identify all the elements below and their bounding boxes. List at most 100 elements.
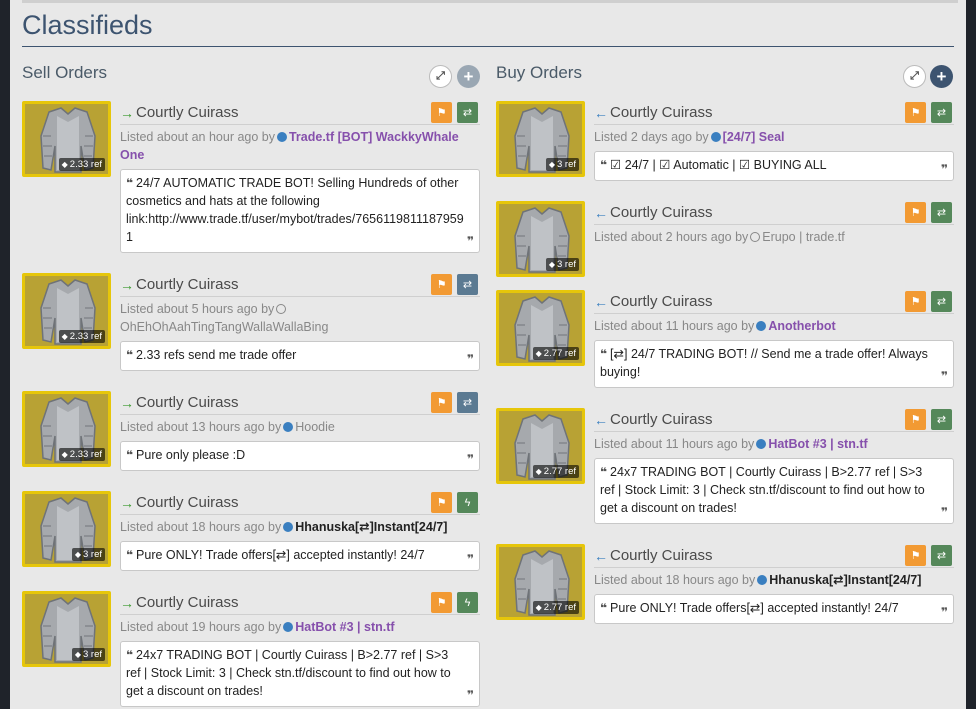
trade-offer-button[interactable]: ⇄: [457, 274, 478, 295]
item-name[interactable]: Courtly Cuirass: [136, 594, 239, 611]
item-thumbnail[interactable]: ◆ 2.77 ref: [496, 408, 585, 484]
flag-button[interactable]: ⚑: [431, 102, 452, 123]
tag-icon: ◆: [548, 160, 555, 169]
item-name[interactable]: Courtly Cuirass: [610, 104, 713, 121]
quote-close-icon: ❞: [940, 605, 948, 619]
item-row: ← Courtly Cuirass ⚑ ⇄: [594, 408, 954, 432]
online-status-icon: [756, 439, 767, 449]
trade-offer-button[interactable]: ⇄: [457, 102, 478, 123]
flag-button[interactable]: ⚑: [431, 392, 452, 413]
item-thumbnail[interactable]: ◆ 3 ref: [496, 201, 585, 277]
user-link[interactable]: Hoodie: [295, 420, 335, 434]
item-thumbnail[interactable]: ◆ 2.33 ref: [22, 273, 111, 349]
add-sell-order-button[interactable]: +: [457, 65, 480, 88]
item-name[interactable]: Courtly Cuirass: [610, 293, 713, 310]
user-link[interactable]: Erupo | trade.tf: [762, 230, 844, 244]
item-thumbnail[interactable]: ◆ 2.33 ref: [22, 391, 111, 467]
quote-open-icon: ❝: [126, 448, 134, 462]
item-name[interactable]: Courtly Cuirass: [610, 411, 713, 428]
user-link[interactable]: HatBot #3 | stn.tf: [295, 620, 394, 634]
user-link[interactable]: HatBot #3 | stn.tf: [768, 437, 867, 451]
trade-offer-button[interactable]: ⇄: [931, 409, 952, 430]
arrow-left-icon: ←: [594, 205, 608, 221]
instant-buy-button[interactable]: ϟ: [457, 592, 478, 613]
flag-button[interactable]: ⚑: [905, 409, 926, 430]
item-thumbnail[interactable]: ◆ 3 ref: [22, 591, 111, 667]
item-name[interactable]: Courtly Cuirass: [136, 494, 239, 511]
arrow-left-icon: ←: [594, 294, 608, 310]
item-name[interactable]: Courtly Cuirass: [136, 276, 239, 293]
quote-close-icon: ❞: [940, 369, 948, 383]
listing-info: ← Courtly Cuirass ⚑ ⇄ Listed about 18 ho…: [594, 544, 954, 624]
item-thumbnail[interactable]: ◆ 3 ref: [22, 491, 111, 567]
arrow-right-icon: →: [120, 495, 134, 511]
flag-button[interactable]: ⚑: [905, 202, 926, 223]
user-link[interactable]: Anotherbot: [768, 319, 835, 333]
item-name[interactable]: Courtly Cuirass: [610, 204, 713, 221]
listing-comment: ❝ Pure ONLY! Trade offers[⇄] accepted ins…: [120, 541, 480, 571]
trade-offer-button[interactable]: ⇄: [457, 392, 478, 413]
arrow-right-icon: →: [120, 105, 134, 121]
price-badge: ◆ 2.33 ref: [58, 448, 105, 461]
trade-offer-button[interactable]: ⇄: [931, 102, 952, 123]
flag-button[interactable]: ⚑: [905, 102, 926, 123]
listing-info: → Courtly Cuirass ⚑ ⇄ Listed about an ho…: [120, 101, 480, 253]
expand-icon[interactable]: ⤢: [429, 65, 452, 88]
flag-button[interactable]: ⚑: [431, 274, 452, 295]
item-row: ← Courtly Cuirass ⚑ ⇄: [594, 201, 954, 225]
user-link[interactable]: [24/7] Seal: [723, 130, 785, 144]
listing-comment: ❝ 24x7 TRADING BOT | Courtly Cuirass | B>…: [120, 641, 480, 707]
quote-open-icon: ❝: [600, 347, 608, 361]
listing-info: → Courtly Cuirass ⚑ ⇄ Listed about 5 hou…: [120, 273, 480, 371]
online-status-icon: [757, 575, 768, 585]
item-thumbnail[interactable]: ◆ 2.77 ref: [496, 290, 585, 366]
offline-status-icon: [276, 304, 287, 314]
flag-button[interactable]: ⚑: [431, 492, 452, 513]
expand-icon[interactable]: ⤢: [903, 65, 926, 88]
listing-comment: ❝ 24/7 AUTOMATIC TRADE BOT! Selling Hundr…: [120, 169, 480, 253]
flag-button[interactable]: ⚑: [905, 545, 926, 566]
item-name[interactable]: Courtly Cuirass: [136, 104, 239, 121]
item-thumbnail[interactable]: ◆ 2.33 ref: [22, 101, 111, 177]
trade-offer-button[interactable]: ⇄: [931, 545, 952, 566]
listing-meta: Listed about 18 hours ago by Hhanuska[⇄]I…: [120, 520, 448, 534]
item-thumbnail[interactable]: ◆ 3 ref: [496, 101, 585, 177]
price-badge: ◆ 3 ref: [71, 548, 105, 561]
listing-info: ← Courtly Cuirass ⚑ ⇄ Listed about 2 hou…: [594, 201, 954, 246]
arrow-left-icon: ←: [594, 548, 608, 564]
trade-offer-button[interactable]: ⇄: [931, 291, 952, 312]
quote-close-icon: ❞: [466, 452, 474, 466]
instant-buy-button[interactable]: ϟ: [457, 492, 478, 513]
tag-icon: ◆: [535, 603, 542, 612]
tag-icon: ◆: [61, 160, 68, 169]
item-row: → Courtly Cuirass ⚑ ⇄: [120, 391, 480, 415]
trade-offer-button[interactable]: ⇄: [931, 202, 952, 223]
item-row: → Courtly Cuirass ⚑ ⇄: [120, 273, 480, 297]
buy-orders-heading: Buy Orders: [496, 63, 582, 82]
user-link[interactable]: Hhanuska[⇄]Instant[24/7]: [769, 573, 921, 587]
offline-status-icon: [750, 232, 761, 242]
listing-comment: ❝ [⇄] 24/7 TRADING BOT! // Send me a trad…: [594, 340, 954, 388]
add-buy-order-button[interactable]: +: [930, 65, 953, 88]
listing-meta: Listed about 11 hours ago by HatBot #3 | …: [594, 437, 868, 451]
listing-info: → Courtly Cuirass ⚑ ⇄ Listed about 13 ho…: [120, 391, 480, 471]
quote-open-icon: ❝: [600, 158, 608, 172]
flag-button[interactable]: ⚑: [431, 592, 452, 613]
user-link[interactable]: OhEhOhAahTingTangWallaWallaBing: [120, 320, 328, 334]
item-name[interactable]: Courtly Cuirass: [610, 547, 713, 564]
top-divider: [22, 0, 958, 3]
arrow-right-icon: →: [120, 395, 134, 411]
flag-button[interactable]: ⚑: [905, 291, 926, 312]
item-name[interactable]: Courtly Cuirass: [136, 394, 239, 411]
item-thumbnail[interactable]: ◆ 2.77 ref: [496, 544, 585, 620]
listing-meta: Listed about 13 hours ago by Hoodie: [120, 420, 335, 434]
user-link[interactable]: Hhanuska[⇄]Instant[24/7]: [295, 520, 447, 534]
title-divider: [22, 46, 954, 47]
tag-icon: ◆: [74, 650, 81, 659]
online-status-icon: [756, 321, 767, 331]
item-row: ← Courtly Cuirass ⚑ ⇄: [594, 290, 954, 314]
item-row: → Courtly Cuirass ⚑ ⇄: [120, 101, 480, 125]
online-status-icon: [283, 622, 294, 632]
listing-info: → Courtly Cuirass ⚑ ϟ Listed about 19 ho…: [120, 591, 480, 707]
price-badge: ◆ 2.77 ref: [532, 601, 579, 614]
